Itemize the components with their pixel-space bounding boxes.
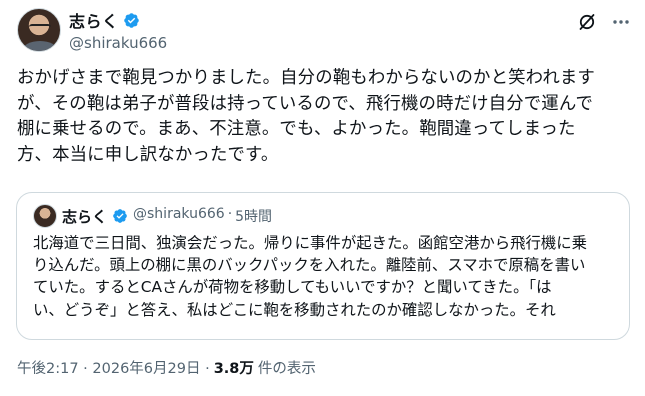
quoted-time[interactable]: 5時間 bbox=[235, 206, 272, 226]
quoted-tweet[interactable]: 志らく @shiraku666 · 5時間 北海道で三日間、独演会だった。帰りに… bbox=[16, 192, 630, 340]
views-label: 件の表示 bbox=[257, 361, 316, 377]
author-handle[interactable]: @shiraku666 bbox=[69, 34, 167, 52]
quoted-meta: @shiraku666 · 5時間 bbox=[133, 206, 272, 226]
quoted-separator: · bbox=[227, 206, 233, 222]
quoted-handle: @shiraku666 bbox=[133, 206, 225, 222]
author-block: 志らく @shiraku666 bbox=[69, 10, 167, 52]
grok-icon[interactable] bbox=[577, 12, 597, 32]
quoted-avatar[interactable] bbox=[33, 204, 57, 228]
quoted-display-name[interactable]: 志らく bbox=[62, 206, 107, 227]
tweet-timestamp[interactable]: 午後2:17 · 2026年6月29日 · bbox=[17, 357, 210, 378]
quoted-verified-badge-icon bbox=[113, 209, 127, 223]
verified-badge-icon[interactable] bbox=[123, 12, 140, 29]
avatar-glasses bbox=[29, 24, 51, 30]
quoted-tweet-header: 志らく @shiraku666 · 5時間 bbox=[33, 204, 272, 228]
more-dots-icon[interactable] bbox=[611, 12, 631, 32]
author-display-name[interactable]: 志らく bbox=[69, 8, 119, 32]
avatar-shirt bbox=[22, 41, 58, 51]
top-right-actions bbox=[577, 12, 631, 32]
quoted-tweet-text: 北海道で三日間、独演会だった。帰りに事件が起きた。函館空港から飛行機に乗 り込ん… bbox=[33, 234, 588, 319]
views-count: 3.8万 bbox=[213, 361, 254, 377]
avatar[interactable] bbox=[17, 8, 61, 52]
tweet-text: おかげさまで鞄見つかりました。自分の鞄もわからないのかと笑われます が、その鞄は… bbox=[17, 68, 595, 165]
tweet-footer: 午後2:17 · 2026年6月29日 · 3.8万 件の表示 bbox=[17, 357, 316, 378]
tweet: 志らく @shiraku666 おかげさまで鞄見つかりました。自分の鞄もわからな… bbox=[0, 0, 645, 396]
author-name-row: 志らく bbox=[69, 8, 167, 32]
